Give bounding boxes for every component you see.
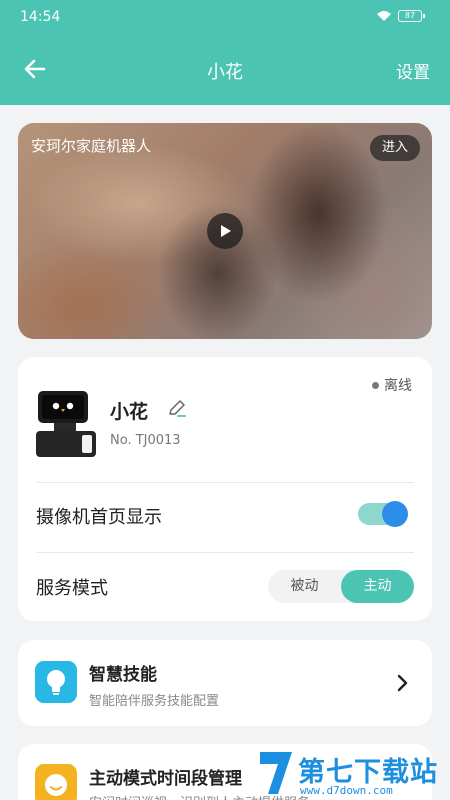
status-icons: 87 (376, 10, 425, 22)
settings-button[interactable]: 设置 (396, 58, 430, 83)
toggle-knob (382, 501, 408, 527)
status-bar: 14:54 87 (0, 0, 450, 34)
enter-button[interactable]: 进入 (369, 135, 420, 161)
watermark: 第七下载站 www.d7down.com (256, 748, 450, 800)
robot-avatar (36, 391, 96, 457)
page-title: 小花 (207, 62, 243, 83)
watermark-logo-icon (260, 752, 292, 794)
smile-icon (35, 764, 77, 800)
smart-skills-title: 智慧技能 (89, 665, 157, 685)
mode-option-passive[interactable]: 被动 (268, 570, 341, 603)
mode-option-active[interactable]: 主动 (341, 570, 414, 603)
video-title: 安珂尔家庭机器人 (31, 137, 152, 155)
play-button[interactable] (207, 213, 243, 249)
smart-skills-card[interactable]: 智慧技能 智能陪伴服务技能配置 (18, 640, 432, 726)
divider (36, 482, 414, 483)
battery-icon: 87 (398, 10, 425, 22)
service-mode-label: 服务模式 (36, 578, 108, 599)
status-dot-icon (372, 381, 379, 389)
play-icon (221, 225, 231, 237)
divider (36, 552, 414, 553)
watermark-url: www.d7down.com (300, 784, 393, 797)
robot-name: 小花 (110, 401, 149, 423)
camera-display-toggle[interactable] (358, 501, 408, 527)
status-badge: 离线 (372, 375, 412, 395)
app-header: 14:54 87 小花 设置 (0, 0, 450, 105)
robot-number: No. TJ0013 (110, 433, 181, 448)
robot-card: 离线 小花 No. TJ0013 摄像机首页显示 服务模式 被动 主动 (18, 357, 432, 621)
smart-skills-subtitle: 智能陪伴服务技能配置 (89, 694, 220, 709)
wifi-icon (377, 11, 391, 21)
video-preview[interactable]: 安珂尔家庭机器人 进入 (18, 123, 432, 339)
camera-display-label: 摄像机首页显示 (36, 507, 162, 528)
active-mode-time-title: 主动模式时间段管理 (89, 769, 242, 789)
service-mode-selector: 被动 主动 (268, 570, 414, 603)
chevron-right-icon (397, 674, 408, 692)
status-text: 离线 (384, 378, 412, 394)
status-time: 14:54 (20, 9, 61, 25)
lightbulb-icon (35, 661, 77, 703)
edit-icon[interactable] (166, 397, 188, 419)
